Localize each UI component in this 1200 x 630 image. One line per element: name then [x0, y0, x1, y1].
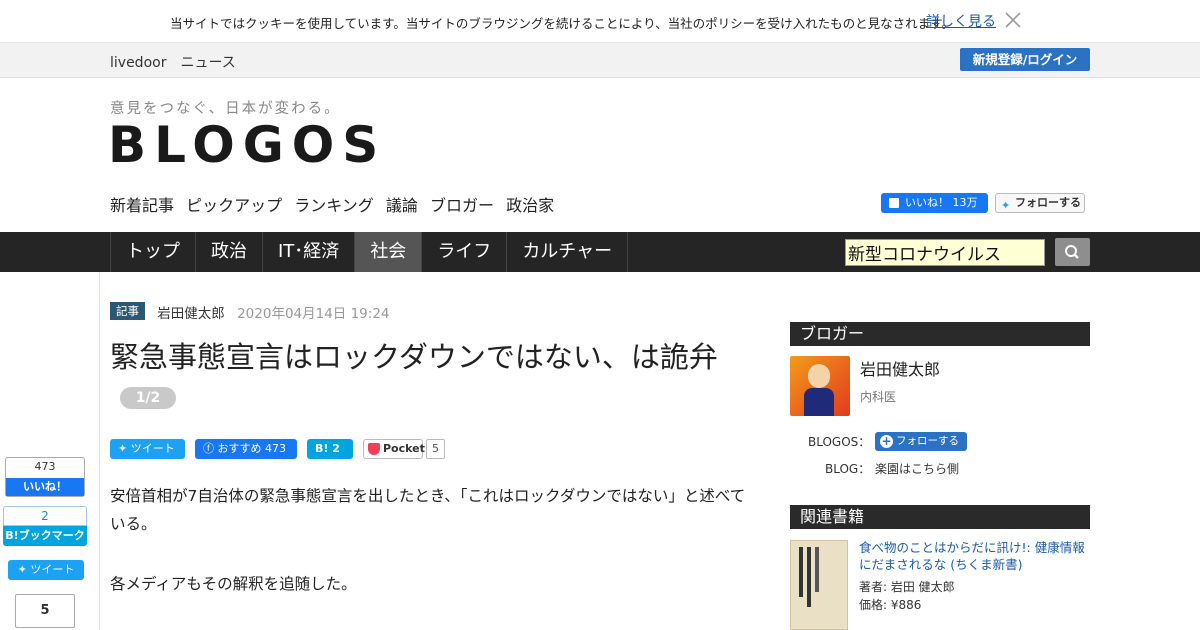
subnav-item-pickup[interactable]: ピックアップ	[186, 196, 282, 215]
twitter-follow-label: フォローする	[1015, 196, 1081, 209]
rail-bookmark-count: 2	[3, 506, 87, 526]
share-facebook-button[interactable]: ⓕ おすすめ 473	[195, 439, 297, 459]
nav-item-culture[interactable]: カルチャー	[506, 232, 629, 272]
blog-name-link[interactable]: 楽園はこちら側	[875, 460, 959, 477]
article-paragraph: 各メディアもその解釈を追随した。	[110, 575, 357, 593]
rail-tweet-label: ツイート	[30, 563, 75, 576]
facebook-icon: ⓕ	[203, 442, 218, 455]
sub-navigation: 新着記事 ピックアップ ランキング 議論 ブロガー 政治家	[110, 192, 561, 216]
article-paragraph: 安倍首相が7自治体の緊急事態宣言を出したとき、「これはロックダウンではない」と述…	[110, 487, 746, 533]
related-books-heading: 関連書籍	[790, 505, 1090, 529]
blogger-profession: 内科医	[860, 390, 897, 404]
rail-like-label: いいね！	[6, 478, 84, 496]
rail-like-count: 473	[34, 460, 56, 473]
thumbs-up-icon	[889, 198, 899, 208]
book-price: 価格: ¥886	[859, 598, 922, 612]
facebook-like-button[interactable]: いいね！ 13万	[881, 193, 988, 213]
blogger-heading: ブロガー	[790, 322, 1090, 346]
share-pocket-button[interactable]: Pocket	[363, 439, 425, 459]
blogos-logo[interactable]: BLOGOS	[108, 116, 386, 174]
avatar-face	[808, 364, 830, 388]
subnav-item-debate[interactable]: 議論	[386, 196, 418, 215]
search-button[interactable]	[1055, 238, 1090, 266]
article-date: 2020年04月14日 19:24	[237, 306, 390, 322]
cookie-more-link[interactable]: 詳しく見る	[926, 11, 996, 31]
share-tweet-button[interactable]: ✦ ツイート	[110, 439, 185, 459]
pocket-icon	[368, 443, 380, 455]
share-tweet-label: ツイート	[130, 442, 175, 455]
blogger-name-link[interactable]: 岩田健太郎	[860, 356, 940, 380]
cookie-banner: 当サイトではクッキーを使用しています。当サイトのブラウジングを続けることにより、…	[0, 0, 1200, 43]
nav-item-politics[interactable]: 政治	[195, 232, 262, 272]
nav-item-top[interactable]: トップ	[110, 232, 195, 272]
nav-item-it-economy[interactable]: IT･経済	[262, 232, 354, 272]
share-buttons: ✦ ツイート ⓕ おすすめ 473 B! 2 Pocket 5	[110, 438, 445, 460]
nav-item-society[interactable]: 社会	[354, 232, 422, 272]
book-cover-title-stroke	[807, 547, 811, 607]
article-title-text: 緊急事態宣言はロックダウンではない、は詭弁	[110, 340, 718, 374]
search-icon	[1065, 245, 1079, 259]
blogger-follow-label: フォローする	[896, 435, 959, 447]
cookie-message: 当サイトではクッキーを使用しています。当サイトのブラウジングを続けることにより、…	[170, 16, 954, 31]
twitter-bird-icon: ✦	[1001, 199, 1011, 212]
subnav-item-blogger[interactable]: ブロガー	[430, 196, 494, 215]
close-icon[interactable]	[1004, 11, 1022, 29]
article-tag: 記事	[110, 302, 145, 320]
share-pocket-label: Pocket	[383, 442, 425, 455]
facebook-like-label: いいね！ 13万	[905, 196, 978, 209]
share-pocket-count: 5	[426, 439, 445, 459]
book-title-link[interactable]: 食べ物のことはからだに訊け!: 健康情報にだまされるな (ちくま新書)	[859, 539, 1090, 573]
rail-tweet-button[interactable]: ✦ ツイート	[8, 560, 84, 580]
nav-item-life[interactable]: ライフ	[421, 232, 506, 272]
page-badge: 1/2	[120, 387, 176, 409]
blogos-label: BLOGOS：	[808, 435, 871, 449]
book-author: 著者: 岩田 健太郎	[859, 580, 955, 594]
twitter-bird-icon: ✦	[17, 563, 31, 576]
twitter-bird-icon: ✦	[118, 442, 131, 455]
book-cover[interactable]	[790, 540, 848, 630]
rail-pocket-count[interactable]: 5	[15, 594, 75, 628]
search-input[interactable]	[845, 239, 1045, 266]
top-bar: livedoor ニュース 新規登録/ログイン	[0, 43, 1200, 78]
main-navigation: トップ 政治 IT･経済 社会 ライフ カルチャー	[0, 232, 1200, 272]
register-login-button[interactable]: 新規登録/ログイン	[960, 48, 1090, 71]
article-author-link[interactable]: 岩田健太郎	[157, 306, 225, 322]
blog-label: BLOG：	[825, 462, 871, 476]
subnav-item-ranking[interactable]: ランキング	[294, 196, 374, 215]
share-hatena-button[interactable]: B! 2	[307, 439, 353, 459]
site-tagline: 意見をつなぐ、日本が変わる。	[110, 101, 341, 117]
subnav-item-politician[interactable]: 政治家	[506, 196, 554, 215]
rail-facebook-like[interactable]: 473 いいね！	[5, 457, 85, 497]
rail-bookmark-label: B!ブックマーク	[3, 526, 87, 546]
site-brand-link[interactable]: livedoor ニュース	[110, 52, 236, 72]
avatar-body	[804, 388, 834, 416]
book-cover-title-stroke	[815, 547, 819, 592]
blogger-avatar[interactable]	[790, 356, 850, 416]
share-facebook-label: おすすめ 473	[217, 442, 287, 455]
book-cover-title-stroke	[799, 547, 803, 597]
subnav-item-new[interactable]: 新着記事	[110, 196, 174, 215]
rail-hatena-bookmark[interactable]: 2 B!ブックマーク	[3, 506, 87, 546]
plus-icon: +	[880, 434, 893, 448]
article-title: 緊急事態宣言はロックダウンではない、は詭弁 1/2	[110, 338, 750, 416]
blogger-follow-button[interactable]: + フォローする	[875, 432, 967, 451]
social-share-rail: 473 いいね！ 2 B!ブックマーク ✦ ツイート 5	[0, 272, 100, 630]
twitter-follow-button[interactable]: ✦ フォローする	[995, 193, 1085, 213]
article-meta: 記事 岩田健太郎 2020年04月14日 19:24	[110, 302, 390, 322]
